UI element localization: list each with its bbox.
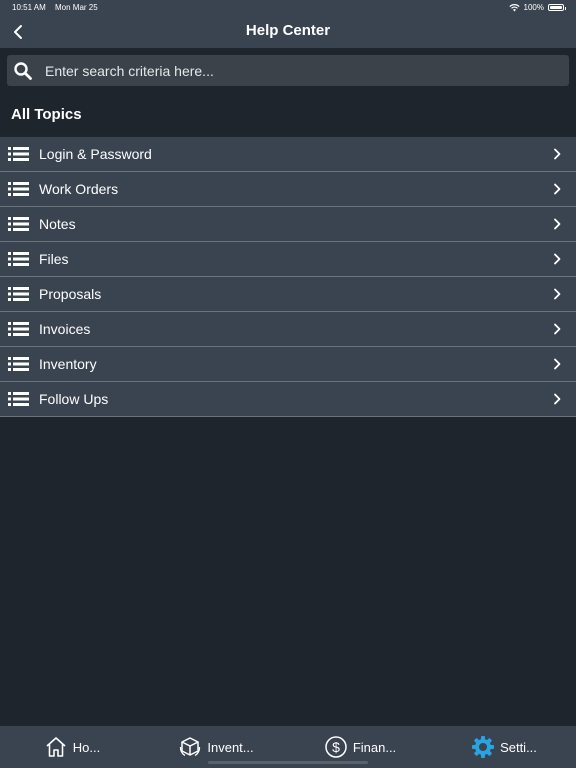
list-icon (8, 356, 30, 372)
battery-percentage: 100% (523, 3, 544, 12)
dollar-circle-icon: $ (325, 736, 347, 758)
tab-settings-label: Setti... (500, 739, 537, 755)
list-icon (8, 251, 30, 267)
topic-label: Notes (39, 216, 76, 232)
chevron-right-icon (552, 148, 562, 160)
help-center-screen: 10:51 AM Mon Mar 25 100% Help Center Ent… (0, 0, 576, 768)
svg-text:$: $ (332, 739, 340, 755)
wifi-icon (508, 3, 520, 11)
gear-icon (472, 736, 495, 758)
search-bar[interactable] (7, 55, 569, 86)
inventory-box-icon (180, 737, 201, 757)
status-time: 10:51 AM (12, 3, 46, 12)
topic-label: Files (39, 251, 69, 267)
topic-row[interactable]: Login & Password (0, 137, 576, 172)
chevron-right-icon (552, 183, 562, 195)
section-title: All Topics (11, 106, 82, 123)
tab-settings[interactable]: Setti... (432, 726, 576, 768)
topic-label: Follow Ups (39, 391, 109, 407)
chevron-right-icon (552, 288, 562, 300)
topic-list: Login & Password Work Orders Notes Files Pro… (0, 137, 576, 417)
status-bar: 10:51 AM Mon Mar 25 100% (0, 0, 576, 16)
list-icon (8, 286, 30, 302)
topic-row[interactable]: Work Orders (0, 172, 576, 207)
list-icon (8, 216, 30, 232)
chevron-right-icon (552, 253, 562, 265)
chevron-right-icon (552, 323, 562, 335)
chevron-right-icon (552, 358, 562, 370)
topic-row[interactable]: Invoices (0, 312, 576, 347)
topic-row[interactable]: Follow Ups (0, 382, 576, 417)
nav-bar: Help Center (0, 16, 576, 48)
search-section (0, 48, 576, 92)
chevron-right-icon (552, 393, 562, 405)
tab-bar: Ho... Invent... $ Finan... Setti... (0, 726, 576, 768)
search-input[interactable] (43, 61, 569, 80)
topic-label: Inventory (39, 356, 97, 372)
chevron-right-icon (552, 218, 562, 230)
page-title: Help Center (245, 22, 331, 39)
topic-row[interactable]: Files (0, 242, 576, 277)
tab-home[interactable]: Ho... (0, 726, 144, 768)
tab-finance-label: Finan... (352, 739, 397, 755)
home-icon (46, 737, 66, 757)
battery-icon (548, 4, 566, 11)
topic-row[interactable]: Inventory (0, 347, 576, 382)
topic-label: Invoices (39, 321, 91, 337)
home-indicator (208, 761, 368, 764)
topic-label: Login & Password (39, 146, 152, 162)
tab-inventory-label: Invent... (207, 739, 254, 755)
list-icon (8, 391, 30, 407)
topic-label: Work Orders (39, 181, 119, 197)
status-date: Mon Mar 25 (55, 3, 98, 12)
search-icon (13, 61, 33, 81)
topic-row[interactable]: Proposals (0, 277, 576, 312)
list-icon (8, 181, 30, 197)
status-right: 100% (508, 3, 566, 12)
topic-label: Proposals (39, 286, 102, 302)
list-icon (8, 146, 30, 162)
topic-row[interactable]: Notes (0, 207, 576, 242)
list-icon (8, 321, 30, 337)
tab-home-label: Ho... (72, 739, 101, 755)
